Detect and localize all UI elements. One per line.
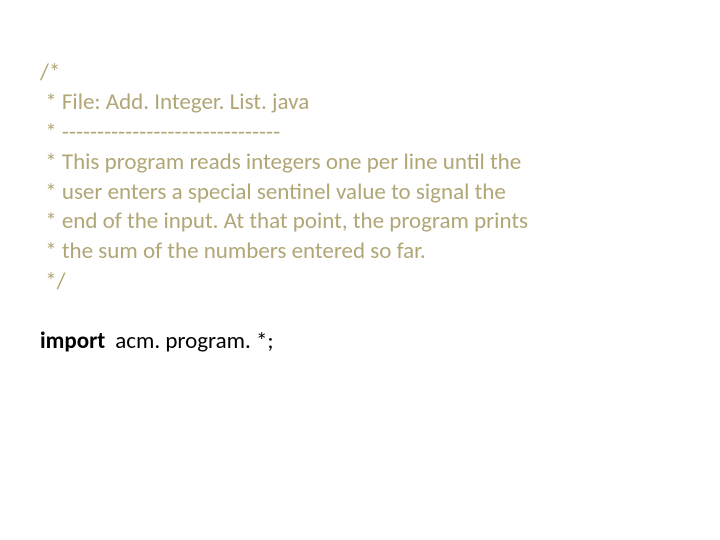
- import-target: acm. program. *;: [115, 327, 273, 355]
- comment-line: * This program reads integers one per li…: [40, 148, 680, 178]
- comment-line: * the sum of the numbers entered so far.: [40, 237, 680, 267]
- comment-line: * -------------------------------: [40, 118, 680, 148]
- comment-line: /*: [40, 58, 680, 88]
- comment-line: * File: Add. Integer. List. java: [40, 88, 680, 118]
- file-header-comment: /* * File: Add. Integer. List. java * --…: [40, 58, 680, 297]
- comment-line: * end of the input. At that point, the p…: [40, 207, 680, 237]
- comment-line: */: [40, 267, 680, 297]
- code-slide: /* * File: Add. Integer. List. java * --…: [0, 0, 720, 540]
- keyword-import: import: [40, 327, 105, 355]
- comment-line: * user enters a special sentinel value t…: [40, 178, 680, 208]
- import-statement: import acm. program. *;: [40, 327, 680, 355]
